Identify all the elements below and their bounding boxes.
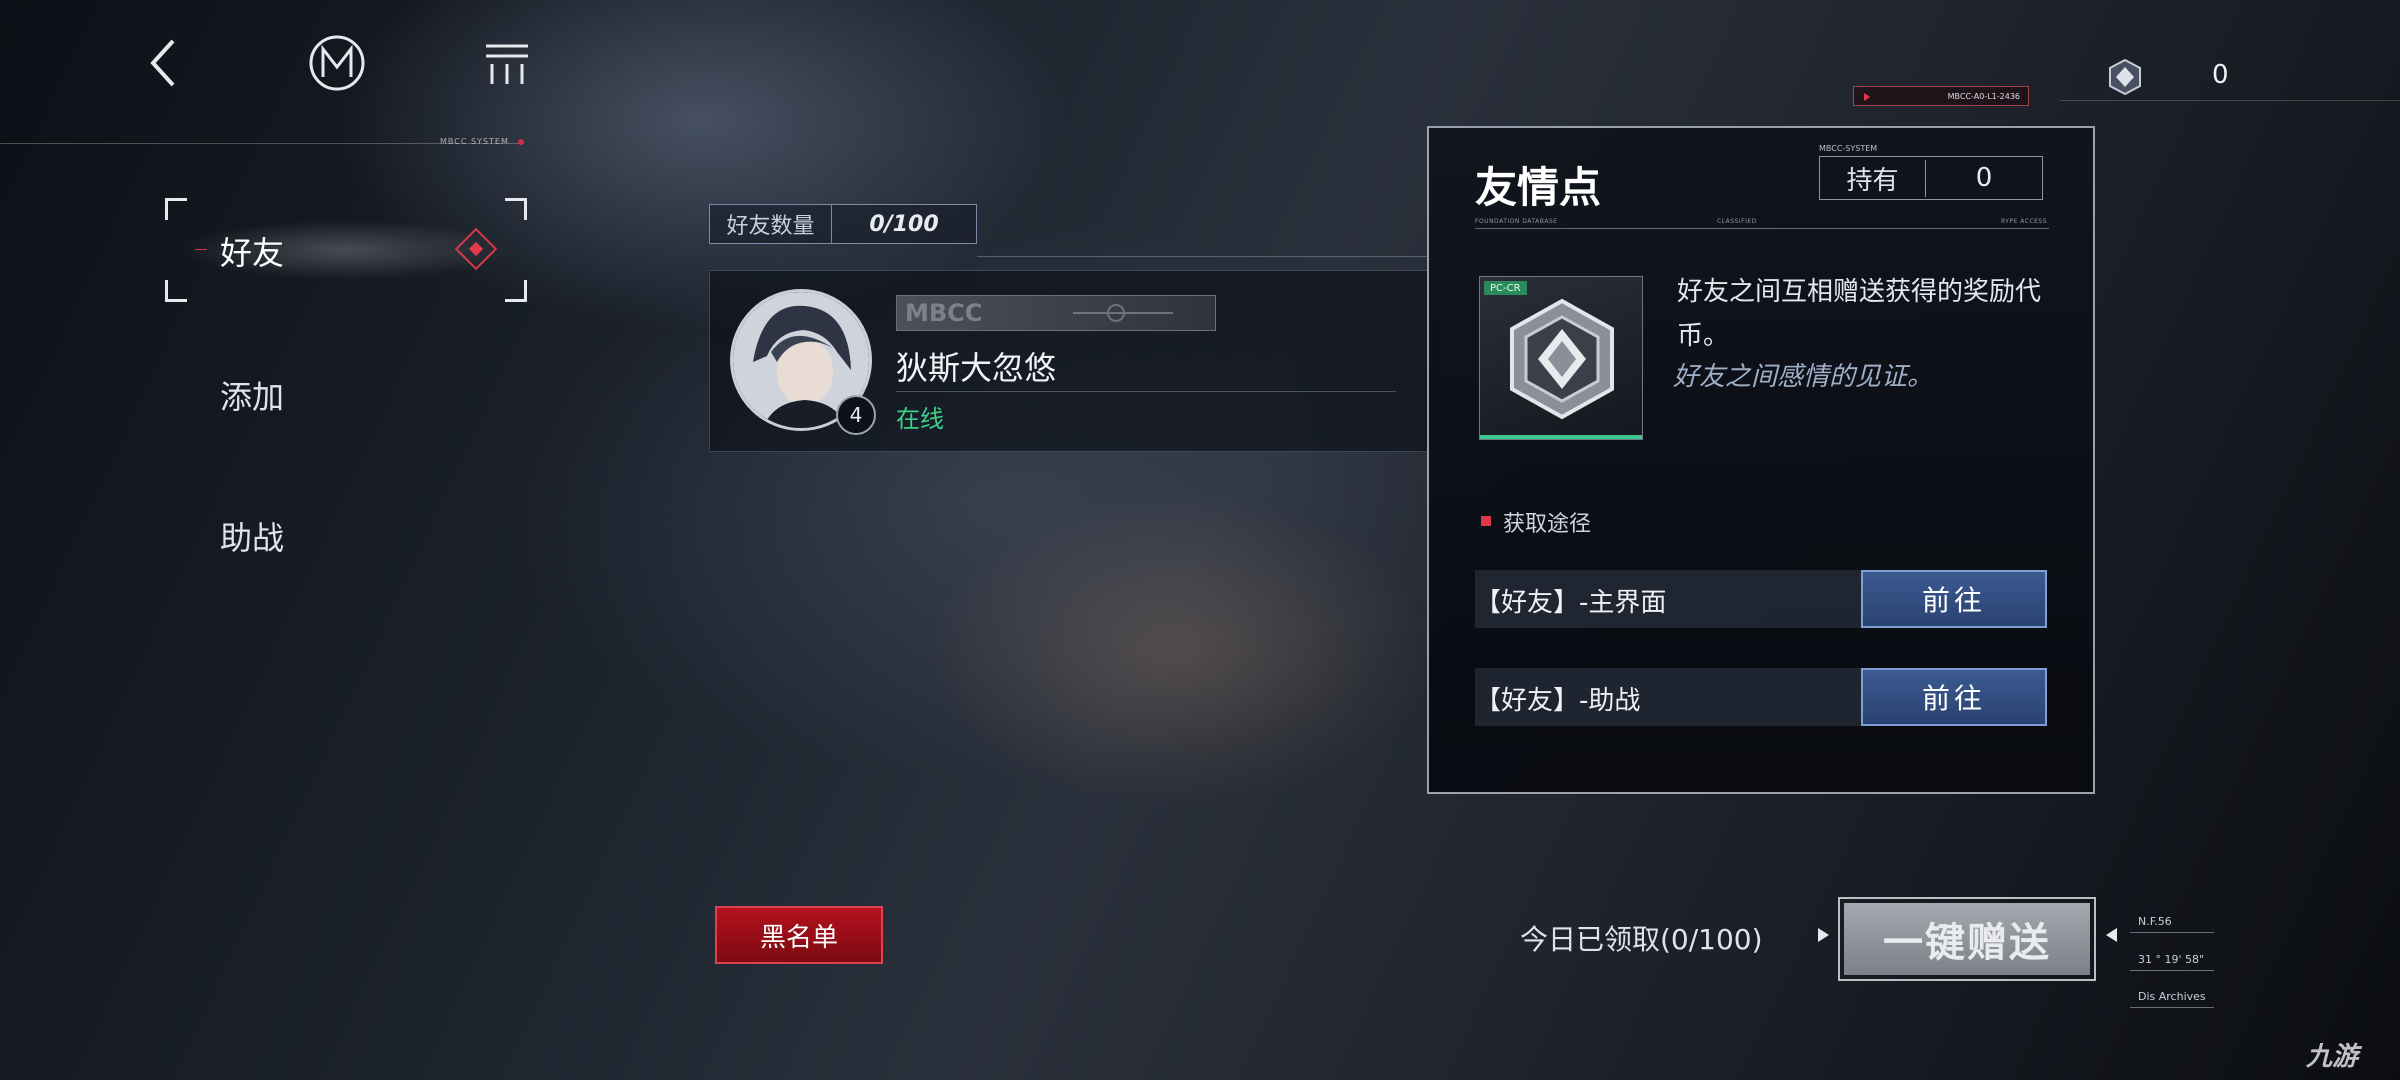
system-status-dot [518, 139, 524, 145]
sidebar-item-friends[interactable]: 好友 [165, 198, 527, 302]
friendship-medal-icon [1510, 298, 1614, 420]
route-label: 【好友】-助战 [1475, 686, 1641, 716]
hold-value: 0 [1975, 163, 1993, 193]
sidebar-item-add[interactable]: 添加 [220, 372, 284, 418]
sidebar-item-label: 好友 [220, 234, 285, 272]
friend-count-label: 好友数量 [710, 205, 832, 243]
acquire-marker [1481, 516, 1491, 526]
hold-label: 持有 [1820, 159, 1926, 197]
coord-label: N.F.56 [2138, 915, 2172, 928]
rule-text: FOUNDATION DATABASE [1475, 218, 1558, 225]
tag-circle-icon [1107, 304, 1125, 322]
level-badge: 4 [836, 395, 876, 435]
divider [2130, 1007, 2214, 1008]
rarity-bar [1480, 435, 1642, 439]
system-tag: MBCC-A0-L1-2436 [1853, 86, 2029, 106]
player-tag: MBCC [896, 295, 1216, 331]
received-today: 今日已领取(0/100) [1520, 923, 1763, 956]
sidebar-item-support[interactable]: 助战 [220, 513, 284, 559]
frame-corner [505, 280, 527, 302]
friend-name: 狄斯大忽悠 [896, 349, 1057, 387]
home-button[interactable] [302, 28, 372, 98]
divider [896, 391, 1396, 392]
popup-title: 友情点 [1475, 163, 1602, 212]
divider [1475, 228, 2049, 229]
active-marker [195, 249, 207, 250]
mbcc-logo-icon [309, 35, 365, 91]
acquire-route: 【好友】-助战 前往 [1475, 668, 2047, 726]
divider [2060, 100, 2400, 101]
friend-count-value: 0/100 [869, 211, 939, 237]
send-all-label: 一键赠送 [1844, 903, 2090, 975]
item-flavor-text: 好友之间感情的见证。 [1673, 362, 1934, 392]
hold-count: 持有 0 [1819, 156, 2043, 200]
divider [2130, 932, 2214, 933]
back-button[interactable] [128, 28, 198, 98]
arrow-left-icon [2106, 928, 2117, 942]
active-diamond-icon [454, 227, 498, 271]
friend-count: 好友数量 0/100 [709, 204, 977, 244]
divider [2130, 970, 2214, 971]
arrow-right-icon [1818, 928, 1829, 942]
back-arrow-icon [150, 39, 175, 87]
frame-corner [165, 280, 187, 302]
menu-button[interactable] [472, 28, 542, 98]
go-button[interactable]: 前往 [1861, 570, 2047, 628]
item-description: 好友之间互相赠送获得的奖励代币。 [1677, 277, 2042, 351]
watermark-logo: 九游 [2306, 1042, 2359, 1072]
friendship-point-icon [2109, 58, 2141, 96]
currency-value: 0 [2212, 60, 2229, 90]
system-label: MBCC SYSTEM [440, 137, 509, 146]
go-button[interactable]: 前往 [1861, 668, 2047, 726]
coord-label: Dis Archives [2138, 990, 2206, 1003]
player-tag-text: MBCC [905, 299, 983, 327]
menu-icon [486, 44, 528, 84]
coord-label: 31 ° 19' 58" [2138, 953, 2205, 966]
popup-system-label: MBCC-SYSTEM [1819, 144, 1878, 153]
acquire-label: 获取途径 [1503, 512, 1592, 537]
frame-corner [505, 198, 527, 220]
divider [977, 256, 1437, 257]
friend-card[interactable]: 4 MBCC 狄斯大忽悠 在线 [709, 270, 1437, 452]
acquire-route: 【好友】-主界面 前往 [1475, 570, 2047, 628]
route-label: 【好友】-主界面 [1475, 588, 1667, 618]
item-icon-frame: PC-CR [1479, 276, 1643, 440]
blacklist-button[interactable]: 黑名单 [715, 906, 883, 964]
item-tag: PC-CR [1484, 281, 1527, 295]
frame-corner [165, 198, 187, 220]
item-info-popup: 友情点 MBCC-SYSTEM 持有 0 FOUNDATION DATABASE… [1427, 126, 2095, 794]
online-status: 在线 [896, 405, 944, 433]
rule-text: CLASSIFIED [1717, 218, 1757, 225]
send-all-button[interactable]: 一键赠送 [1838, 897, 2096, 981]
rule-text: RYPE ACCESS [2001, 218, 2048, 225]
